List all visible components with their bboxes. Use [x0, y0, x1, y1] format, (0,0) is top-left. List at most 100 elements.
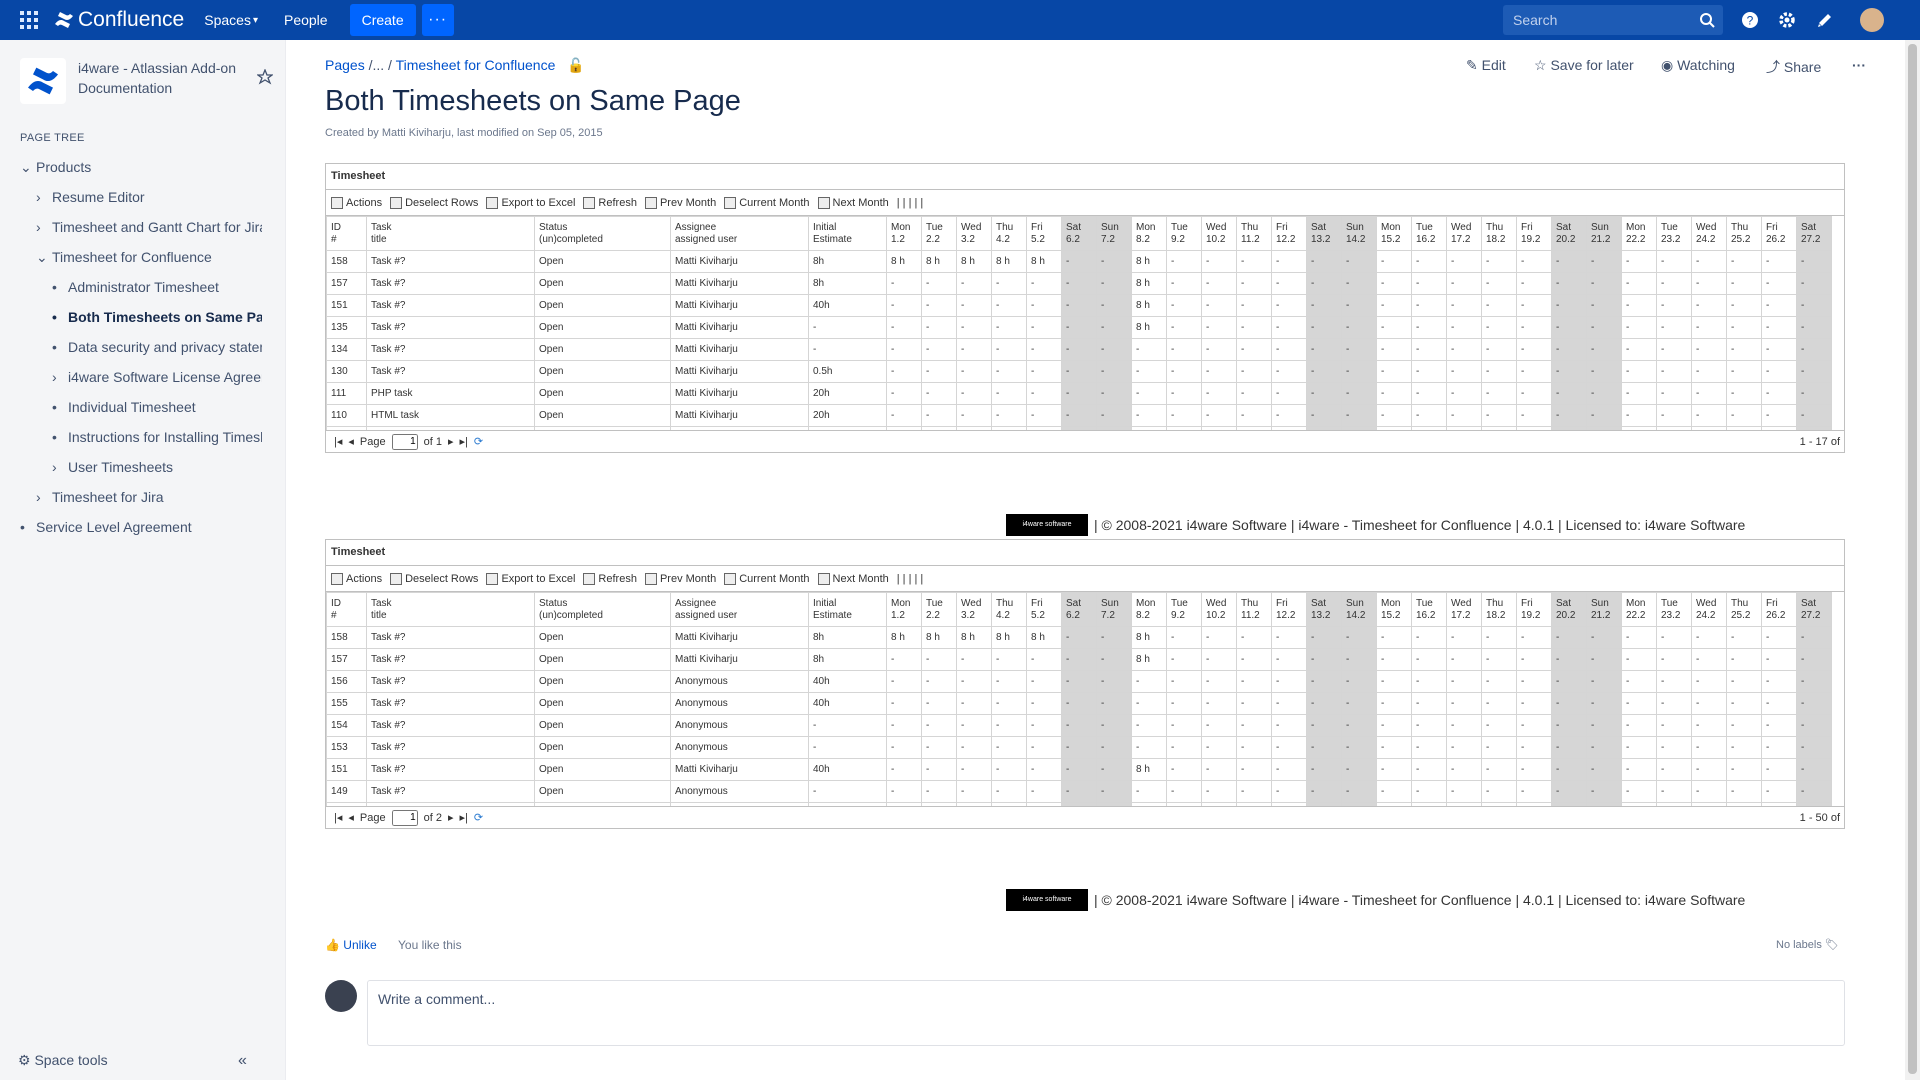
hours-cell-empty[interactable]: -: [991, 294, 1027, 317]
hours-cell-empty[interactable]: -: [1761, 316, 1797, 339]
chevron-right-icon[interactable]: ›: [52, 457, 68, 477]
table-row[interactable]: 135 Task #? Open Matti Kiviharju - - - - - - - -8 h…: [326, 316, 1832, 339]
hours-cell-empty[interactable]: -: [1271, 670, 1307, 693]
table-row[interactable]: 111 PHP task Open Matti Kiviharju 20h - - - - - - -…: [326, 382, 1832, 405]
hours-cell-empty[interactable]: -: [1166, 692, 1202, 715]
hours-cell-empty[interactable]: -: [1796, 692, 1832, 715]
space-tools-button[interactable]: ⚙ Space tools: [18, 1052, 108, 1069]
refresh-button[interactable]: Refresh: [583, 572, 637, 585]
column-header-task[interactable]: Task title: [366, 216, 535, 251]
hours-cell-empty[interactable]: -: [1691, 626, 1727, 649]
column-header-task[interactable]: Task title: [366, 592, 535, 627]
cell-assignee[interactable]: Anonymous: [670, 780, 809, 803]
hours-cell-empty[interactable]: -: [1796, 714, 1832, 737]
hours-cell-empty[interactable]: -: [1026, 338, 1062, 361]
cell-task[interactable]: Task #?: [366, 626, 535, 649]
hours-cell-empty[interactable]: -: [1376, 272, 1412, 295]
cell-task[interactable]: Task #?: [366, 692, 535, 715]
cell-est[interactable]: -: [808, 714, 887, 737]
last-page-icon[interactable]: ▸|: [460, 435, 468, 448]
hours-cell-empty[interactable]: -: [1656, 382, 1692, 405]
hours-cell-empty[interactable]: -: [1096, 360, 1132, 383]
hours-cell-empty[interactable]: -: [1236, 736, 1272, 759]
hours-cell-empty[interactable]: -: [1411, 250, 1447, 273]
hours-cell-empty[interactable]: -: [1411, 382, 1447, 405]
breadcrumb-ellipsis[interactable]: /...: [369, 57, 385, 73]
sidebar-item-user-timesheets[interactable]: › User Timesheets: [52, 457, 262, 477]
hours-cell-empty[interactable]: -: [1761, 272, 1797, 295]
hours-cell-empty[interactable]: -: [1551, 780, 1587, 803]
hours-cell-empty[interactable]: -: [1446, 736, 1482, 759]
hours-cell-empty[interactable]: -: [1411, 758, 1447, 781]
hours-cell-empty[interactable]: -: [1586, 692, 1622, 715]
hours-cell-empty[interactable]: -: [1621, 648, 1657, 671]
hours-cell-empty[interactable]: -: [1306, 404, 1342, 427]
hours-cell-empty[interactable]: -: [1516, 692, 1552, 715]
hours-cell-empty[interactable]: -: [991, 338, 1027, 361]
hours-cell-empty[interactable]: -: [1026, 272, 1062, 295]
hours-cell-empty[interactable]: -: [1026, 648, 1062, 671]
save-for-later-button[interactable]: ☆ Save for later: [1534, 57, 1634, 74]
hours-cell-empty[interactable]: -: [1446, 670, 1482, 693]
hours-cell-empty[interactable]: -: [886, 670, 922, 693]
cell-status[interactable]: Open: [534, 360, 671, 383]
cell-assignee[interactable]: Anonymous: [670, 736, 809, 759]
hours-cell-empty[interactable]: -: [1481, 758, 1517, 781]
hours-cell-empty[interactable]: -: [1446, 316, 1482, 339]
hours-cell-empty[interactable]: -: [921, 736, 957, 759]
hours-cell-empty[interactable]: -: [1131, 404, 1167, 427]
hours-cell-empty[interactable]: -: [886, 382, 922, 405]
hours-cell-empty[interactable]: -: [1446, 404, 1482, 427]
hours-cell-empty[interactable]: -: [1656, 780, 1692, 803]
avatar[interactable]: [1860, 8, 1884, 32]
hours-cell-empty[interactable]: -: [1201, 404, 1237, 427]
hours-cell-empty[interactable]: -: [1621, 338, 1657, 361]
column-header-id[interactable]: ID #: [326, 592, 367, 627]
hours-cell-empty[interactable]: -: [1376, 758, 1412, 781]
hours-cell-empty[interactable]: -: [1306, 626, 1342, 649]
cell-task[interactable]: Task #?: [366, 670, 535, 693]
hours-cell-empty[interactable]: -: [1516, 780, 1552, 803]
hours-cell-empty[interactable]: -: [1026, 692, 1062, 715]
hours-cell-empty[interactable]: -: [1586, 360, 1622, 383]
hours-cell-empty[interactable]: -: [1516, 648, 1552, 671]
hours-cell-empty[interactable]: -: [1551, 316, 1587, 339]
hours-cell-empty[interactable]: -: [1201, 626, 1237, 649]
cell-status[interactable]: Open: [534, 670, 671, 693]
hours-cell-empty[interactable]: -: [1621, 692, 1657, 715]
last-page-icon[interactable]: ▸|: [460, 811, 468, 824]
hours-cell[interactable]: 8 h: [886, 626, 922, 649]
hours-cell-empty[interactable]: -: [886, 338, 922, 361]
hours-cell-empty[interactable]: -: [1026, 294, 1062, 317]
hours-cell[interactable]: 8 h: [1131, 250, 1167, 273]
hours-cell-empty[interactable]: -: [1726, 780, 1762, 803]
prev-month-button[interactable]: Prev Month: [644, 196, 716, 209]
hours-cell-empty[interactable]: -: [1411, 714, 1447, 737]
cell-id[interactable]: 157: [326, 272, 367, 295]
hours-cell-empty[interactable]: -: [1796, 294, 1832, 317]
sidebar-item-administrator-timesheet[interactable]: • Administrator Timesheet: [52, 277, 262, 297]
hours-cell-empty[interactable]: -: [1341, 714, 1377, 737]
hours-cell-empty[interactable]: -: [1026, 316, 1062, 339]
hours-cell-empty[interactable]: -: [886, 758, 922, 781]
hours-cell-empty[interactable]: -: [1796, 360, 1832, 383]
hours-cell-empty[interactable]: -: [1376, 294, 1412, 317]
hours-cell-empty[interactable]: -: [1691, 736, 1727, 759]
hours-cell-empty[interactable]: -: [1096, 670, 1132, 693]
hours-cell-empty[interactable]: -: [1621, 714, 1657, 737]
search-input[interactable]: Search: [1503, 5, 1723, 35]
cell-task[interactable]: Task #?: [366, 360, 535, 383]
hours-cell-empty[interactable]: -: [1796, 648, 1832, 671]
sidebar-item-resume-editor[interactable]: › Resume Editor: [36, 187, 262, 207]
hours-cell-empty[interactable]: -: [1341, 626, 1377, 649]
hours-cell-empty[interactable]: -: [1341, 250, 1377, 273]
hours-cell-empty[interactable]: -: [1481, 692, 1517, 715]
hours-cell[interactable]: 8 h: [921, 626, 957, 649]
hours-cell-empty[interactable]: -: [1516, 714, 1552, 737]
cell-est[interactable]: 8h: [808, 648, 887, 671]
table-row[interactable]: 130 Task #? Open Matti Kiviharju 0.5h - - - - - - -…: [326, 360, 1832, 383]
hours-cell-empty[interactable]: -: [991, 382, 1027, 405]
actions-menu[interactable]: Actions: [331, 196, 382, 209]
hours-cell-empty[interactable]: -: [1656, 316, 1692, 339]
hours-cell-empty[interactable]: -: [1061, 736, 1097, 759]
